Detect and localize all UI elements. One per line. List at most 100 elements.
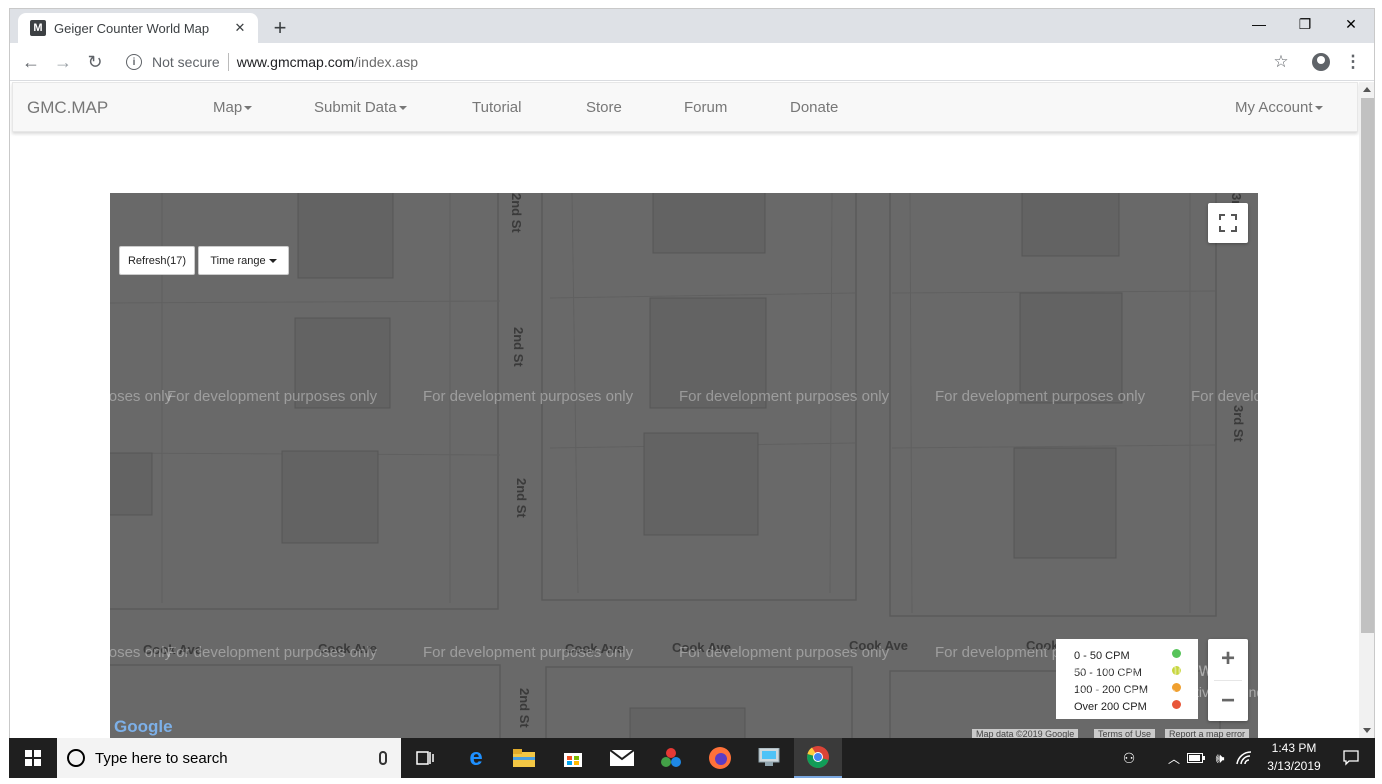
dev-watermark: For development purposes only: [167, 388, 378, 405]
remote-desktop-icon[interactable]: [745, 738, 793, 778]
dev-watermark: For development purposes only: [679, 644, 890, 661]
refresh-button[interactable]: Refresh(17): [119, 246, 195, 275]
dev-watermark: For development purposes only: [679, 388, 890, 405]
tray-chevron-up-icon[interactable]: ︿: [1164, 738, 1184, 778]
chrome-icon[interactable]: [794, 738, 842, 778]
windows-taskbar: Type here to search e ⚇ ︿ 🕪 1:43 PM 3/13…: [9, 738, 1375, 778]
file-explorer-icon[interactable]: [500, 738, 548, 778]
tab-title: Geiger Counter World Map: [54, 20, 210, 36]
url-path: /index.asp: [354, 54, 418, 70]
microphone-icon[interactable]: [379, 751, 387, 765]
street-label: 2nd St: [511, 327, 526, 367]
address-bar[interactable]: i Not secure www.gmcmap.com/index.asp: [120, 47, 1310, 77]
wifi-icon[interactable]: [1233, 738, 1255, 778]
nav-map[interactable]: Map: [213, 99, 253, 116]
fullscreen-icon-corner: [1231, 226, 1237, 232]
dev-watermark: For development purposes only: [167, 644, 378, 661]
nav-submit-data[interactable]: Submit Data: [314, 99, 407, 116]
time-range-dropdown[interactable]: Time range: [198, 246, 289, 275]
street-label: 2nd St: [514, 478, 529, 518]
browser-tab[interactable]: M Geiger Counter World Map ✕: [18, 13, 258, 43]
taskbar-date[interactable]: 3/13/2019: [1259, 759, 1329, 773]
firefox-icon[interactable]: [696, 738, 744, 778]
store-bag-icon[interactable]: [549, 738, 597, 778]
action-center-icon[interactable]: [1331, 738, 1371, 778]
start-windows-icon[interactable]: [9, 738, 57, 778]
battery-icon[interactable]: [1185, 738, 1207, 778]
terms-of-use-link[interactable]: Terms of Use: [1094, 729, 1156, 738]
close-window-icon[interactable]: ✕: [1328, 9, 1374, 39]
nav-donate[interactable]: Donate: [790, 99, 838, 116]
mail-icon[interactable]: [598, 738, 646, 778]
google-logo[interactable]: Google: [114, 717, 173, 737]
task-view-icon[interactable]: [401, 738, 449, 778]
minimize-icon[interactable]: —: [1236, 9, 1282, 39]
dev-watermark: For development purposes only: [110, 388, 173, 405]
nav-store[interactable]: Store: [586, 99, 622, 116]
forward-arrow-icon[interactable]: →: [50, 49, 76, 75]
tab-close-icon[interactable]: ✕: [232, 20, 248, 36]
activate-windows-title: Activate Windows: [1072, 660, 1222, 681]
street-label: 3rd St: [1231, 405, 1246, 442]
colorful-app-icon[interactable]: [647, 738, 695, 778]
page-viewport: GMC.MAP Map Submit Data Tutorial Store F…: [10, 82, 1374, 738]
nav-map-label: Map: [213, 99, 243, 116]
people-icon[interactable]: ⚇: [1114, 738, 1144, 778]
scroll-up-icon[interactable]: [1363, 87, 1371, 92]
volume-icon[interactable]: 🕪: [1209, 738, 1231, 778]
legend-label: Over 200 CPM: [1074, 701, 1147, 713]
map-data-attribution: Map data ©2019 Google: [972, 729, 1079, 738]
url-host: www.gmcmap.com: [236, 54, 355, 70]
menu-kebab-icon[interactable]: ⋮: [1340, 49, 1366, 75]
screen: M Geiger Counter World Map ✕ + — ❐ ✕ ← →…: [0, 0, 1382, 784]
bookmark-star-icon[interactable]: ☆: [1268, 49, 1294, 75]
caret-down-icon: [1314, 106, 1323, 111]
account-icon[interactable]: [1308, 49, 1334, 75]
reload-icon[interactable]: ↻: [82, 49, 108, 75]
caret-down-icon: [244, 106, 253, 111]
info-icon[interactable]: i: [126, 54, 142, 70]
restore-icon[interactable]: ❐: [1282, 9, 1328, 39]
street-label: 2nd St: [509, 193, 524, 233]
scrollbar-thumb[interactable]: [1361, 98, 1374, 633]
dev-watermark: For development purposes only: [423, 644, 634, 661]
time-range-label: Time range: [210, 254, 266, 267]
edge-browser-icon[interactable]: e: [452, 738, 500, 778]
fullscreen-button[interactable]: [1208, 203, 1248, 243]
report-map-error-link[interactable]: Report a map error: [1165, 729, 1250, 738]
radiation-map[interactable]: 2nd St 2nd St 2nd St 2nd St 3rd St 3rd S…: [110, 193, 1258, 738]
nav-submit-data-label: Submit Data: [314, 99, 397, 116]
fullscreen-icon-corner: [1219, 226, 1225, 232]
site-navbar: GMC.MAP Map Submit Data Tutorial Store F…: [12, 82, 1358, 132]
dev-watermark: For development purposes only: [935, 388, 1146, 405]
security-label: Not secure: [152, 54, 220, 70]
nav-my-account[interactable]: My Account: [1235, 99, 1323, 116]
caret-down-icon: [398, 106, 407, 111]
page-scrollbar[interactable]: [1359, 82, 1374, 738]
taskbar-search-placeholder: Type here to search: [95, 749, 228, 767]
omnibox-divider: [227, 53, 229, 71]
scroll-down-icon[interactable]: [1363, 728, 1371, 733]
activate-windows-subtitle: Go to Settings to activate Windows.: [1072, 684, 1293, 700]
dev-watermark: For development purposes only: [1191, 388, 1258, 405]
fullscreen-icon: [1219, 214, 1225, 220]
nav-my-account-label: My Account: [1235, 99, 1313, 116]
gmail-favicon-icon: M: [30, 20, 46, 36]
new-tab-button[interactable]: +: [268, 15, 292, 40]
street-label: 2nd St: [517, 688, 532, 728]
nav-forum[interactable]: Forum: [684, 99, 727, 116]
cortana-icon: [67, 749, 85, 767]
caret-down-icon: [268, 258, 277, 263]
back-arrow-icon[interactable]: ←: [18, 49, 44, 75]
fullscreen-icon-corner: [1231, 214, 1237, 220]
tab-strip: M Geiger Counter World Map ✕ + — ❐ ✕: [10, 9, 1374, 43]
taskbar-time[interactable]: 1:43 PM: [1259, 741, 1329, 755]
legend-dot: [1172, 700, 1181, 709]
dev-watermark: For development purposes only: [423, 388, 634, 405]
taskbar-search[interactable]: Type here to search: [57, 738, 401, 778]
legend-dot: [1172, 649, 1181, 658]
nav-tutorial[interactable]: Tutorial: [472, 99, 521, 116]
browser-window: M Geiger Counter World Map ✕ + — ❐ ✕ ← →…: [9, 8, 1375, 738]
site-brand[interactable]: GMC.MAP: [27, 98, 108, 118]
browser-toolbar: ← → ↻ i Not secure www.gmcmap.com/index.…: [10, 43, 1374, 81]
